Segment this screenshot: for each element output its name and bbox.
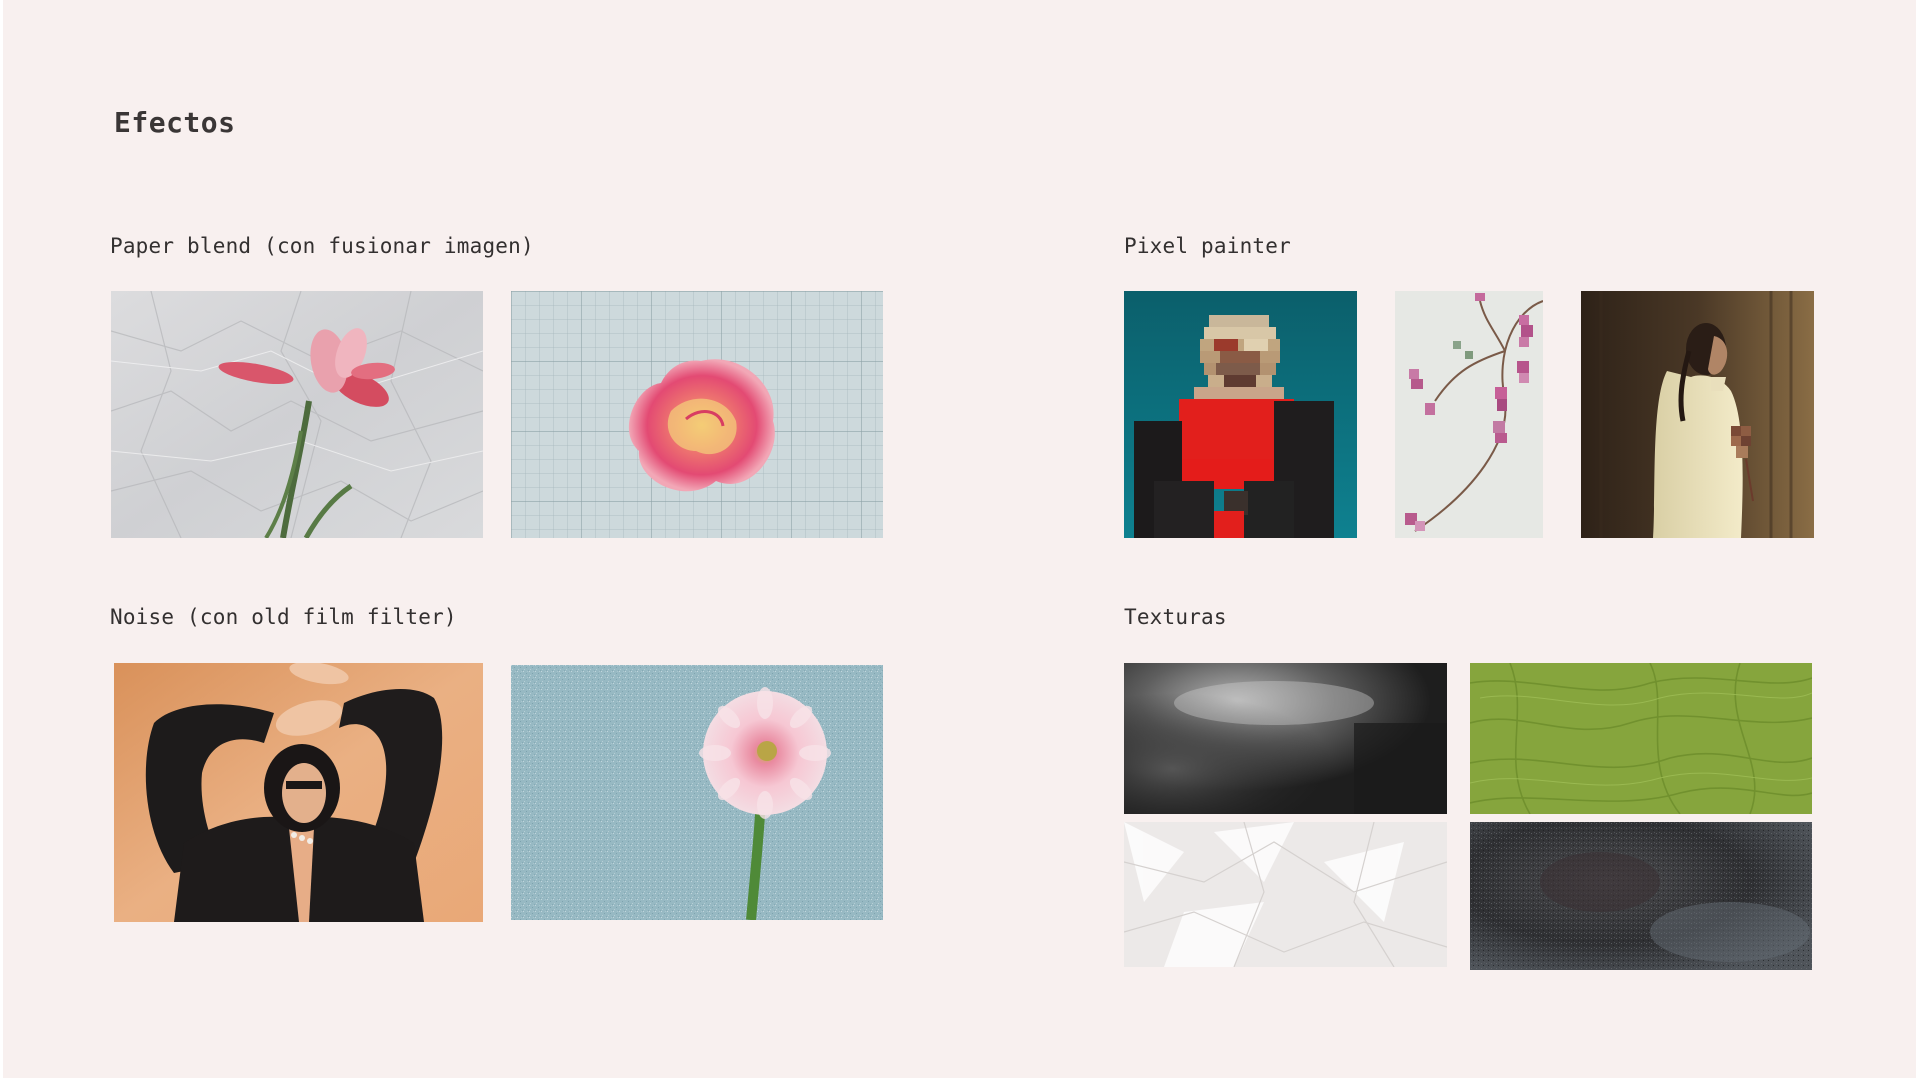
noise-gerbera-image <box>511 665 883 920</box>
texture-green-plaster-image <box>1470 663 1812 814</box>
pixel-painter-portrait-image <box>1124 291 1357 538</box>
section-label-pixel-painter: Pixel painter <box>1124 234 1291 258</box>
paper-blend-rose-image <box>511 291 883 538</box>
section-label-noise: Noise (con old film filter) <box>110 605 457 629</box>
texture-plastic-image <box>1124 822 1447 967</box>
section-label-texturas: Texturas <box>1124 605 1227 629</box>
page-canvas: Efectos Paper blend (con fusionar imagen… <box>3 0 1916 1078</box>
page-title: Efectos <box>114 106 236 139</box>
paper-blend-iris-image <box>111 291 483 538</box>
section-label-paper-blend: Paper blend (con fusionar imagen) <box>110 234 534 258</box>
noise-portrait-image <box>114 663 483 922</box>
texture-dark-fog-image <box>1470 822 1812 970</box>
texture-dark-grain-image <box>1124 663 1447 814</box>
pixel-painter-profile-image <box>1581 291 1814 538</box>
pixel-painter-magnolia-image <box>1395 291 1543 538</box>
